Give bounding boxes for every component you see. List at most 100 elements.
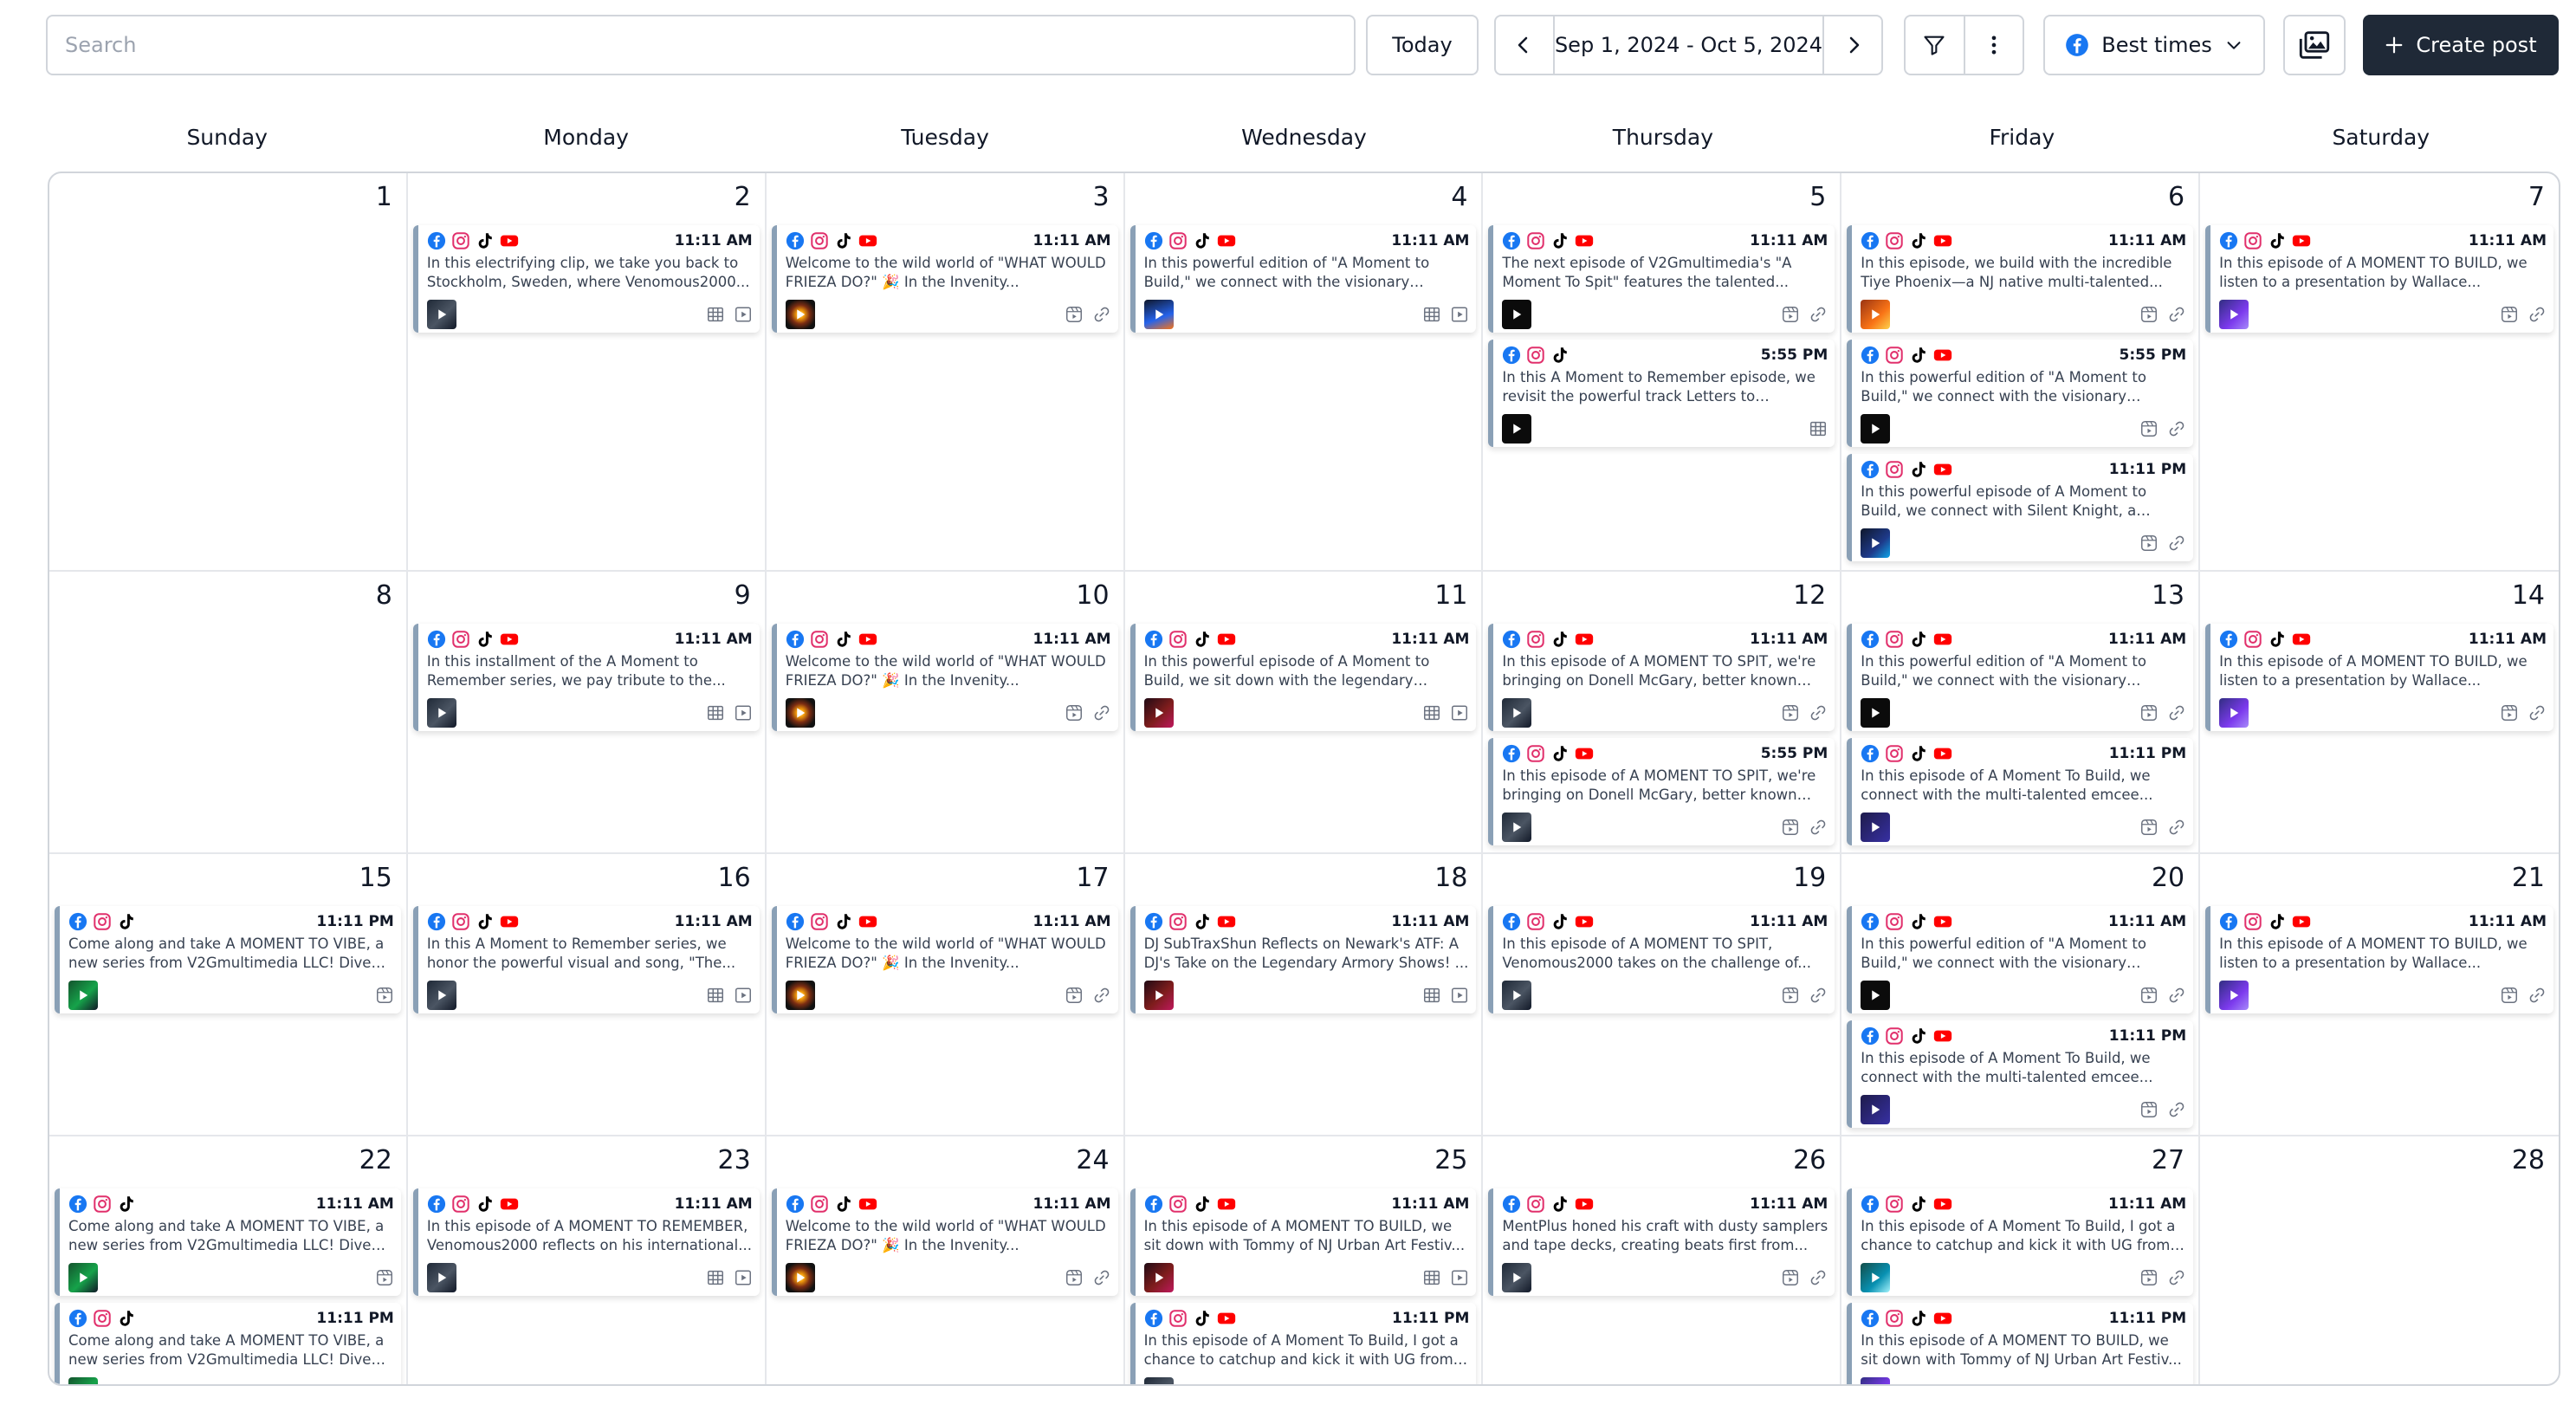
search-input[interactable] <box>46 15 1356 75</box>
scheduled-post-card[interactable]: 11:11 AM In this episode of A MOMENT TO … <box>2205 225 2553 333</box>
more-options-button[interactable] <box>1963 16 2023 74</box>
calendar-day-cell[interactable]: 8 <box>49 572 408 854</box>
calendar-day-cell[interactable]: 12 11:11 AM In this episode of A MOMENT … <box>1483 572 1842 854</box>
post-thumbnail <box>785 1263 815 1292</box>
calendar-day-cell[interactable]: 24 11:11 AM Welcome to the wild world of… <box>767 1136 1125 1384</box>
video-icon <box>734 703 753 722</box>
scheduled-post-card[interactable]: 11:11 AM In this episode of A MOMENT TO … <box>1488 624 1835 731</box>
youtube-icon <box>1575 231 1594 250</box>
scheduled-post-card[interactable]: 11:11 AM The next episode of V2Gmultimed… <box>1488 225 1835 333</box>
scheduled-post-card[interactable]: 11:11 AM In this powerful edition of "A … <box>1847 906 2194 1013</box>
calendar-day-cell[interactable]: 9 11:11 AM In this installment of the A … <box>407 572 767 854</box>
post-caption: Come along and take A MOMENT TO VIBE, a … <box>68 936 385 971</box>
post-list: 11:11 AM In this episode of A MOMENT TO … <box>412 1188 760 1303</box>
calendar-day-cell[interactable]: 26 11:11 AM MentPlus honed his craft wit… <box>1483 1136 1842 1384</box>
date-range-label[interactable]: Sep 1, 2024 - Oct 5, 2024 <box>1552 16 1825 74</box>
tiktok-icon <box>834 630 853 649</box>
instagram-icon <box>451 912 470 931</box>
post-header: 11:11 PM <box>1861 1308 2186 1329</box>
scheduled-post-card[interactable]: 11:11 AM In this episode of A MOMENT TO … <box>2205 906 2553 1013</box>
calendar-day-cell[interactable]: 6 11:11 AM In this episode, we build wit… <box>1841 173 2201 572</box>
scheduled-post-card[interactable]: 11:11 AM In this episode of A MOMENT TO … <box>1129 1188 1477 1296</box>
calendar-day-cell[interactable]: 22 11:11 AM Come along and take A MOMENT… <box>49 1136 408 1384</box>
scheduled-post-card[interactable]: 11:11 AM In this powerful edition of "A … <box>1847 624 2194 731</box>
calendar-day-cell[interactable]: 18 11:11 AM DJ SubTraxShun Reflects on N… <box>1124 854 1484 1136</box>
post-time: 11:11 AM <box>674 631 753 648</box>
calendar-day-cell[interactable]: 4 11:11 AM In this powerful edition of "… <box>1124 173 1484 572</box>
calendar-day-cell[interactable]: 17 11:11 AM Welcome to the wild world of… <box>766 854 1125 1136</box>
post-thumbnail <box>68 1263 98 1292</box>
today-button[interactable]: Today <box>1366 15 1479 75</box>
calendar-day-cell[interactable]: 13 11:11 AM In this powerful edition of … <box>1841 572 2201 854</box>
scheduled-post-card[interactable]: 5:55 PM In this episode of A MOMENT TO S… <box>1488 738 1835 845</box>
calendar-day-cell[interactable]: 15 11:11 PM Come along and take A MOMENT… <box>49 854 408 1136</box>
post-time: 11:11 AM <box>2108 1195 2187 1213</box>
calendar-day-cell[interactable]: 21 11:11 AM In this episode of A MOMENT … <box>2200 854 2559 1136</box>
scheduled-post-card[interactable]: 11:11 AM In this installment of the A Mo… <box>412 624 760 731</box>
calendar-day-cell[interactable]: 20 11:11 AM In this powerful edition of … <box>1841 854 2201 1136</box>
post-format-icons <box>2139 986 2186 1005</box>
calendar-day-cell[interactable]: 1 <box>49 173 408 572</box>
scheduled-post-card[interactable]: 11:11 AM MentPlus honed his craft with d… <box>1488 1188 1835 1296</box>
scheduled-post-card[interactable]: 11:11 AM In this episode of A MOMENT TO … <box>2205 624 2553 731</box>
scheduled-post-card[interactable]: 5:55 PM In this A Moment to Remember epi… <box>1488 340 1835 447</box>
calendar-day-cell[interactable]: 10 11:11 AM Welcome to the wild world of… <box>766 572 1125 854</box>
post-footer <box>1502 1262 1828 1293</box>
scheduled-post-card[interactable]: 11:11 AM DJ SubTraxShun Reflects on Newa… <box>1129 906 1477 1013</box>
calendar-day-cell[interactable]: 5 11:11 AM The next episode of V2Gmultim… <box>1483 173 1842 572</box>
instagram-icon <box>1168 1195 1188 1214</box>
scheduled-post-card[interactable]: 11:11 AM Come along and take A MOMENT TO… <box>55 1188 401 1296</box>
scheduled-post-card[interactable]: 11:11 AM In this powerful episode of A M… <box>1129 624 1477 731</box>
platform-icons <box>68 912 136 931</box>
scheduled-post-card[interactable]: 11:11 PM In this episode of A Moment To … <box>1847 1020 2194 1128</box>
scheduled-post-card[interactable]: 11:11 AM Welcome to the wild world of "W… <box>771 225 1118 333</box>
calendar-day-cell[interactable]: 19 11:11 AM In this episode of A MOMENT … <box>1483 854 1842 1136</box>
create-post-button[interactable]: Create post <box>2363 15 2559 75</box>
filter-button[interactable] <box>1906 16 1964 74</box>
calendar-day-cell[interactable]: 14 11:11 AM In this episode of A MOMENT … <box>2200 572 2559 854</box>
scheduled-post-card[interactable]: 11:11 AM In this episode of A MOMENT TO … <box>1488 906 1835 1013</box>
platform-icons <box>1502 231 1594 250</box>
next-period-button[interactable] <box>1824 16 1883 74</box>
scheduled-post-card[interactable]: 11:11 PM Come along and take A MOMENT TO… <box>55 906 401 1013</box>
scheduled-post-card[interactable]: 11:11 PM Come along and take A MOMENT TO… <box>55 1303 401 1384</box>
scheduled-post-card[interactable]: 11:11 AM Welcome to the wild world of "W… <box>771 1188 1118 1296</box>
calendar-day-cell[interactable]: 23 11:11 AM In this episode of A MOMENT … <box>408 1136 767 1384</box>
post-caption: In this A Moment to Remember series, we … <box>426 936 736 971</box>
post-thumbnail <box>1143 698 1174 728</box>
scheduled-post-card[interactable]: 11:11 PM In this episode of A Moment To … <box>1129 1303 1477 1384</box>
day-number: 11 <box>1434 580 1468 611</box>
scheduled-post-card[interactable]: 11:11 AM In this episode, we build with … <box>1847 225 2194 333</box>
calendar-day-cell[interactable]: 3 11:11 AM Welcome to the wild world of … <box>766 173 1125 572</box>
scheduled-post-card[interactable]: 11:11 PM In this episode of A MOMENT TO … <box>1847 1303 2194 1384</box>
post-list: 11:11 AM In this episode of A Moment To … <box>1847 1188 2194 1384</box>
media-library-button[interactable] <box>2283 15 2346 75</box>
post-footer <box>1861 528 2186 559</box>
best-times-dropdown[interactable]: Best times <box>2043 15 2265 75</box>
scheduled-post-card[interactable]: 11:11 AM In this powerful edition of "A … <box>1129 225 1477 333</box>
scheduled-post-card[interactable]: 11:11 AM Welcome to the wild world of "W… <box>771 906 1118 1013</box>
scheduled-post-card[interactable]: 11:11 AM In this episode of A MOMENT TO … <box>412 1188 760 1296</box>
calendar-day-cell[interactable]: 28 <box>2200 1136 2559 1384</box>
scheduled-post-card[interactable]: 11:11 AM In this A Moment to Remember se… <box>412 906 760 1013</box>
youtube-icon <box>500 1195 519 1214</box>
calendar-day-cell[interactable]: 2 11:11 AM In this electrifying clip, we… <box>407 173 767 572</box>
play-icon <box>75 1270 91 1285</box>
scheduled-post-card[interactable]: 5:55 PM In this powerful edition of "A M… <box>1847 340 2194 447</box>
calendar-day-cell[interactable]: 25 11:11 AM In this episode of A MOMENT … <box>1125 1136 1484 1384</box>
calendar-day-cell[interactable]: 11 11:11 AM In this powerful episode of … <box>1124 572 1484 854</box>
scheduled-post-card[interactable]: 11:11 AM Welcome to the wild world of "W… <box>771 624 1118 731</box>
play-icon <box>1509 987 1524 1003</box>
scheduled-post-card[interactable]: 11:11 AM In this electrifying clip, we t… <box>412 225 760 333</box>
grid-post-icon <box>706 305 725 324</box>
calendar-day-cell[interactable]: 27 11:11 AM In this episode of A Moment … <box>1841 1136 2201 1384</box>
scheduled-post-card[interactable]: 11:11 PM In this powerful episode of A M… <box>1847 454 2194 561</box>
calendar-day-cell[interactable]: 7 11:11 AM In this episode of A MOMENT T… <box>2200 173 2559 572</box>
chevron-left-icon <box>1518 36 1528 54</box>
previous-period-button[interactable] <box>1494 16 1553 74</box>
calendar-day-cell[interactable]: 16 11:11 AM In this A Moment to Remember… <box>407 854 767 1136</box>
post-list: 11:11 AM Welcome to the wild world of "W… <box>771 1188 1118 1303</box>
scheduled-post-card[interactable]: 11:11 PM In this episode of A Moment To … <box>1847 738 2194 845</box>
scheduled-post-card[interactable]: 11:11 AM In this episode of A Moment To … <box>1847 1188 2194 1296</box>
facebook-icon <box>2066 34 2089 56</box>
